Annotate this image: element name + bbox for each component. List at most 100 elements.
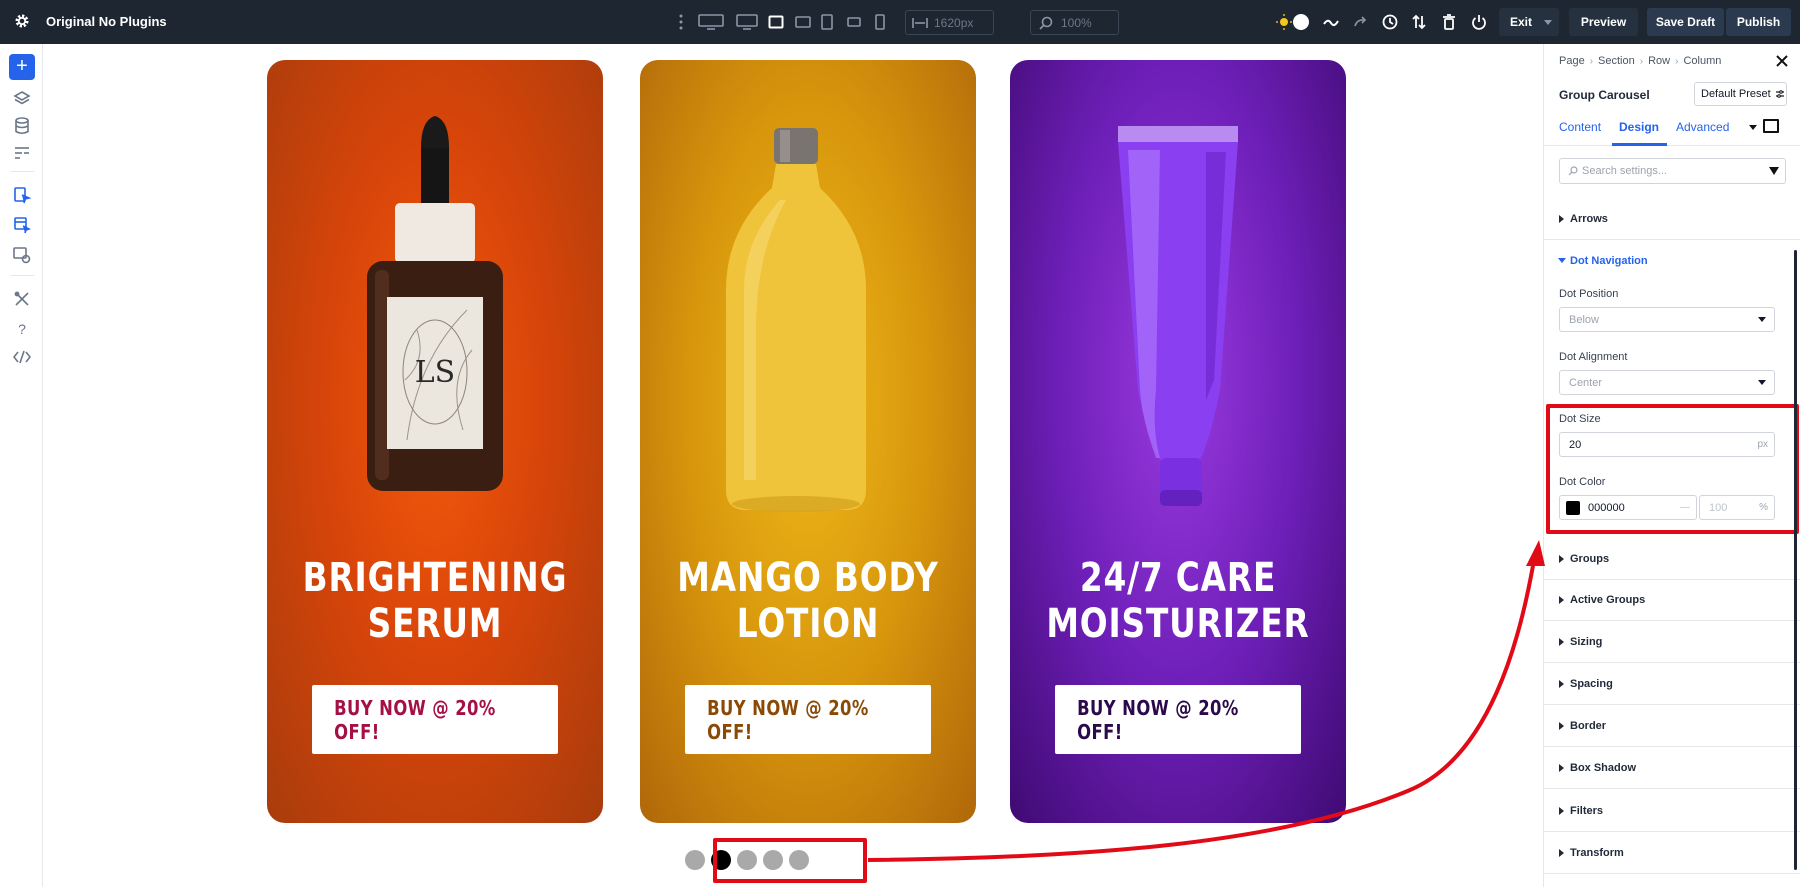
tab-design[interactable]: Design [1619,120,1659,134]
dot-position-label: Dot Position [1559,288,1619,300]
group-arrows[interactable]: Arrows [1544,198,1800,240]
close-icon[interactable] [1774,53,1790,69]
buy-now-button-moisturizer[interactable]: BUY NOW @ 20% OFF! [1055,685,1301,754]
caret-right-icon [1559,806,1564,815]
history-icon[interactable] [1381,12,1399,32]
preset-selector[interactable]: Default Preset [1694,82,1787,106]
settings-panel: Page › Section › Row › Column Group Carouse… [1543,44,1800,887]
pages-icon[interactable] [11,184,33,206]
serum-label-monogram: LS [415,355,455,390]
canvas-width-field[interactable]: 1620px [905,10,994,35]
filter-icon[interactable] [1769,167,1779,175]
theme-builder-icon[interactable] [11,244,33,266]
settings-search-input[interactable]: Search settings... [1559,158,1786,184]
trash-icon[interactable] [1440,12,1458,32]
phone-landscape-view-icon[interactable] [846,12,862,32]
caret-right-icon [1559,848,1564,857]
group-label: Spacing [1570,677,1613,690]
card-title-lotion: MANGO BODY LOTION [670,555,946,647]
tab-content[interactable]: Content [1559,120,1601,134]
tab-advanced[interactable]: Advanced [1676,120,1729,134]
breadcrumb-section[interactable]: Section [1598,55,1635,67]
rail-divider [10,275,34,276]
wireframe-icon[interactable] [1322,12,1340,32]
help-icon[interactable]: ? [11,318,33,340]
carousel-card-serum[interactable]: LS BRIGHTENING SERUM BUY NOW @ 20% OFF! [267,60,603,823]
redo-icon[interactable] [1352,12,1370,32]
chevron-down-icon [1758,380,1766,385]
preview-button[interactable]: Preview [1569,8,1638,36]
theme-toggle[interactable] [1275,12,1309,32]
lotion-bottle-image [726,128,866,512]
group-box-shadow[interactable]: Box Shadow [1544,747,1800,789]
sort-arrows-icon[interactable] [1410,12,1428,32]
caret-right-icon [1559,763,1564,772]
exit-button[interactable]: Exit [1499,8,1559,36]
card-title-serum: BRIGHTENING SERUM [297,555,573,647]
group-border[interactable]: Border [1544,705,1800,747]
group-filters[interactable]: Filters [1544,790,1800,832]
group-label: Active Groups [1570,593,1646,606]
breadcrumb: Page › Section › Row › Column [1559,55,1722,67]
carousel-dot[interactable] [685,850,705,870]
view-mode-icon[interactable] [1763,119,1779,133]
kebab-menu-icon[interactable] [676,12,686,32]
dot-alignment-value: Center [1569,376,1603,389]
laptop-view-icon[interactable] [767,12,785,32]
layers-icon[interactable] [11,88,33,110]
breadcrumb-row[interactable]: Row [1648,55,1670,67]
buy-now-button-serum[interactable]: BUY NOW @ 20% OFF! [312,685,558,754]
add-module-button[interactable]: + [9,54,35,80]
group-groups[interactable]: Groups [1544,538,1800,580]
site-title: Original No Plugins [46,14,167,29]
code-icon[interactable] [11,346,33,368]
moisturizer-tube-image [1118,126,1238,506]
buy-now-label: BUY NOW @ 20% OFF! [707,695,869,744]
buy-now-label: BUY NOW @ 20% OFF! [1077,695,1239,744]
card-title-line: 24/7 CARE [1079,555,1277,601]
preset-settings-icon [1775,90,1784,98]
preset-label: Default Preset [1701,88,1771,100]
rail-divider [10,171,34,172]
caret-right-icon [1559,721,1564,730]
dot-position-select[interactable]: Below [1559,307,1775,332]
tools-icon[interactable] [11,288,33,310]
chevron-down-icon[interactable] [1749,125,1757,130]
phone-portrait-view-icon[interactable] [874,12,886,32]
layout-icon[interactable] [11,142,33,164]
power-icon[interactable] [1470,12,1488,32]
carousel-card-lotion[interactable]: MANGO BODY LOTION BUY NOW @ 20% OFF! [640,60,976,823]
zoom-field[interactable]: 100% [1030,10,1119,35]
chevron-down-icon[interactable] [1544,20,1552,25]
buy-now-button-lotion[interactable]: BUY NOW @ 20% OFF! [685,685,931,754]
group-label: Filters [1570,804,1604,817]
breadcrumb-page[interactable]: Page [1559,55,1585,67]
publish-button[interactable]: Publish [1726,8,1791,36]
tablet-portrait-view-icon[interactable] [820,12,834,32]
group-spacing[interactable]: Spacing [1544,663,1800,705]
database-icon[interactable] [11,115,33,137]
breadcrumb-column[interactable]: Column [1683,55,1721,67]
width-arrows-icon [912,17,928,28]
desktop-view-icon[interactable] [735,12,759,32]
group-active-groups[interactable]: Active Groups [1544,579,1800,621]
panel-scrollbar[interactable] [1794,250,1797,870]
top-toolbar: Original No Plugins 1620px 100% Exit Pre… [0,0,1800,44]
group-dot-navigation[interactable]: Dot Navigation [1570,255,1648,267]
group-sizing[interactable]: Sizing [1544,621,1800,663]
gear-icon[interactable] [12,11,32,31]
carousel-card-moisturizer[interactable]: 24/7 CARE MOISTURIZER BUY NOW @ 20% OFF! [1010,60,1346,823]
active-tab-indicator [1612,143,1667,146]
save-draft-button[interactable]: Save Draft [1647,8,1724,36]
templates-icon[interactable] [11,214,33,236]
desktop-wide-view-icon[interactable] [697,12,725,32]
panel-tabs: Content Design Advanced [1544,110,1800,146]
dot-alignment-select[interactable]: Center [1559,370,1775,395]
zoom-value: 100% [1061,15,1092,30]
search-icon [1039,16,1053,30]
group-transform[interactable]: Transform [1544,832,1800,874]
group-label: Transform [1570,846,1624,859]
card-title-line: MANGO BODY [677,555,939,601]
tablet-landscape-view-icon[interactable] [794,12,812,32]
dot-settings-highlight [1546,404,1799,534]
